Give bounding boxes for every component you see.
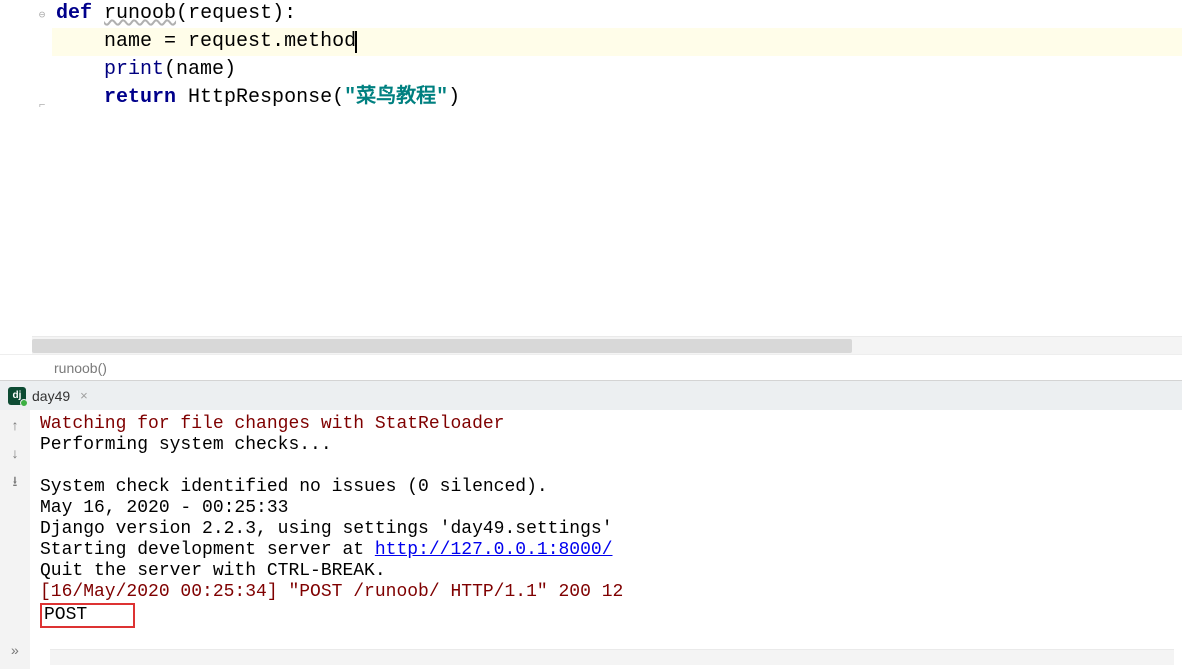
down-stacktrace-icon[interactable]: ↓	[6, 446, 24, 464]
arg-name: name	[176, 58, 224, 81]
string-literal: "菜鸟教程"	[344, 86, 448, 109]
django-icon: dj	[8, 387, 26, 405]
breadcrumb[interactable]: runoob()	[0, 354, 1182, 380]
console-line-starting-pre: Starting development server at	[40, 540, 375, 560]
text-cursor	[355, 31, 357, 53]
dot: .	[272, 30, 284, 53]
builtin-print: print	[104, 58, 164, 81]
console-line-date: May 16, 2020 - 00:25:33	[40, 498, 288, 518]
fold-region-end-icon[interactable]: ⌐	[36, 100, 48, 112]
expand-icon[interactable]: »	[6, 643, 24, 661]
breadcrumb-item[interactable]: runoob()	[54, 360, 107, 376]
keyword-return: return	[104, 86, 176, 109]
attr-method: method	[284, 30, 356, 53]
code-line-2-current[interactable]: name = request.method	[52, 28, 1182, 56]
scrollbar-thumb[interactable]	[32, 339, 852, 353]
fold-region-start-icon[interactable]: ⊖	[36, 10, 48, 22]
paren-close: )	[224, 58, 236, 81]
console-line-post-highlighted: POST	[40, 603, 135, 628]
export-icon[interactable]: ⭳	[6, 474, 24, 492]
keyword-def: def	[56, 2, 92, 25]
indent	[56, 58, 104, 81]
up-stacktrace-icon[interactable]: ↑	[6, 418, 24, 436]
space	[92, 2, 104, 25]
console-link-server-url[interactable]: http://127.0.0.1:8000/	[375, 540, 613, 560]
editor-horizontal-scrollbar[interactable]	[32, 336, 1182, 354]
close-tab-icon[interactable]: ×	[76, 388, 92, 403]
paren-close: )	[448, 86, 460, 109]
editor-gutter: ⊖ ⌐	[0, 0, 52, 336]
obj-request: request	[188, 30, 272, 53]
console-line-perform: Performing system checks...	[40, 435, 332, 455]
paren-open: (	[164, 58, 176, 81]
paren-open: (	[176, 2, 188, 25]
console-line-watching: Watching for file changes with StatReloa…	[40, 414, 504, 434]
console-output[interactable]: Watching for file changes with StatReloa…	[30, 410, 1182, 669]
code-editor: ⊖ ⌐ def runoob(request): name = request.…	[0, 0, 1182, 336]
console-line-systemcheck: System check identified no issues (0 sil…	[40, 477, 548, 497]
console-toolbar: ↑ ↓ ⭳ »	[0, 410, 30, 669]
console-line-quit: Quit the server with CTRL-BREAK.	[40, 561, 386, 581]
run-console: ↑ ↓ ⭳ » Watching for file changes with S…	[0, 410, 1182, 669]
code-line-4[interactable]: return HttpResponse("菜鸟教程")	[52, 84, 1182, 112]
console-line-request-log: [16/May/2020 00:25:34] "POST /runoob/ HT…	[40, 582, 623, 602]
paren-open: (	[332, 86, 344, 109]
django-icon-text: dj	[13, 390, 22, 401]
indent	[56, 30, 104, 53]
run-tab-title[interactable]: day49	[32, 388, 70, 404]
var-name: name	[104, 30, 152, 53]
call-httpresponse: HttpResponse	[188, 86, 332, 109]
space	[176, 86, 188, 109]
function-name: runoob	[104, 2, 176, 25]
code-line-1[interactable]: def runoob(request):	[52, 0, 1182, 28]
console-line-django-version: Django version 2.2.3, using settings 'da…	[40, 519, 613, 539]
equals: =	[152, 30, 188, 53]
code-line-3[interactable]: print(name)	[52, 56, 1182, 84]
param-request: request	[188, 2, 272, 25]
code-area[interactable]: def runoob(request): name = request.meth…	[52, 0, 1182, 336]
indent	[56, 86, 104, 109]
run-tab-bar: dj day49 ×	[0, 380, 1182, 410]
console-horizontal-scrollbar[interactable]	[50, 649, 1174, 665]
paren-close-colon: ):	[272, 2, 296, 25]
